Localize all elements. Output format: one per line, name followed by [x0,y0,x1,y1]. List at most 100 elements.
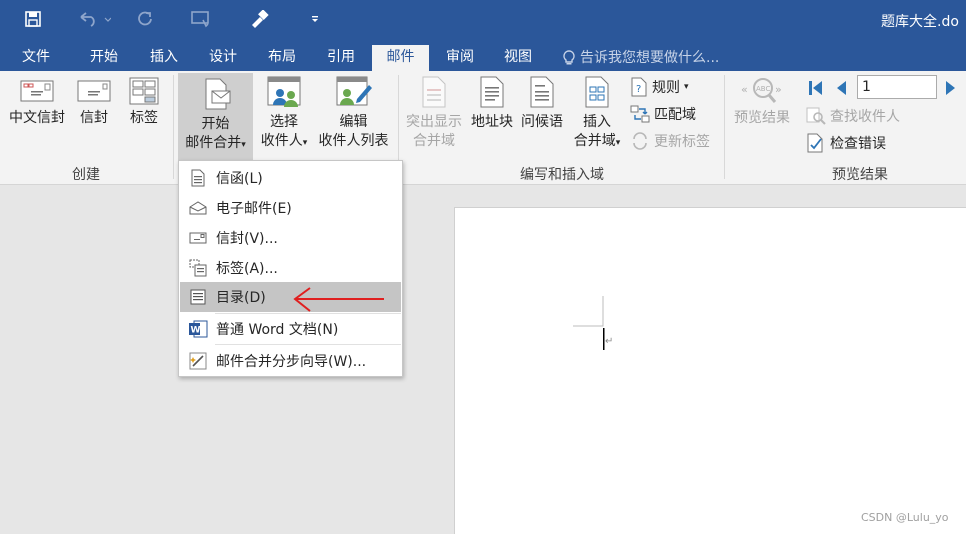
envelope-icon [77,80,111,102]
address-block-label: 地址块 [471,114,513,130]
first-record-button[interactable] [806,79,824,97]
chinese-envelope-button[interactable]: 中文信封 [4,75,70,128]
tab-design[interactable]: 设计 [197,45,249,71]
match-fields-label: 匹配域 [654,107,696,123]
record-number-input[interactable]: 1 [857,75,937,99]
menu-item-email[interactable]: 电子邮件(E) [180,193,401,223]
menu-item-envelopes[interactable]: 信封(V)... [180,223,401,253]
next-record-button[interactable] [944,79,958,97]
touch-mode-icon[interactable] [188,6,214,32]
rules-button[interactable]: ? 规则 ▾ [630,77,689,97]
envelope-icon [189,232,207,244]
select-recipients-button[interactable]: 选择 收件人▾ [256,75,312,153]
tell-me-text: 告诉我您想要做什么... [580,50,720,66]
red-arrow-annotation [293,287,384,312]
tab-view[interactable]: 视图 [492,45,544,71]
chevron-down-icon: ▾ [241,140,246,150]
find-recipient-icon [806,107,826,125]
start-mail-merge-menu: 信函(L) 电子邮件(E) 信封(V)... 标签(A)... 目录(D) W … [178,160,403,377]
letter-icon [191,169,205,187]
tab-layout[interactable]: 布局 [256,45,308,71]
select-recipients-label-1: 选择 [270,114,298,130]
insert-merge-field-icon [585,76,609,108]
update-labels-button[interactable]: 更新标签 [630,131,710,151]
tell-me-box[interactable]: 告诉我您想要做什么... [562,45,719,71]
labels-button[interactable]: 标签 [122,75,166,128]
edit-recipient-list-button[interactable]: 编辑 收件人列表 [315,75,392,151]
greeting-line-icon [530,76,554,108]
tab-mailings[interactable]: 邮件 [372,45,429,71]
start-mail-merge-label-2: 邮件合并 [185,135,242,151]
ribbon-tabs: 文件 开始 插入 设计 布局 引用 邮件 审阅 视图 告诉我您想要做什么... [0,40,966,71]
tab-insert[interactable]: 插入 [138,45,190,71]
menu-item-normal-word-document-label: 普通 Word 文档(N) [216,322,339,338]
start-mail-merge-button[interactable]: 开始 邮件合并▾ [178,73,253,161]
group-label-preview: 预览结果 [832,167,888,183]
directory-icon [190,289,206,305]
greeting-line-button[interactable]: 问候语 [518,75,566,132]
labels-label: 标签 [130,110,158,126]
group-label-write-insert: 编写和插入域 [520,167,604,183]
highlight-merge-fields-label-2: 合并域 [413,133,455,149]
document-title: 题库大全.do [881,14,959,30]
highlight-merge-fields-icon [422,76,446,108]
labels-icon [129,77,159,105]
document-page[interactable]: ↵ [454,207,966,534]
watermark: CSDN @Lulu_yo [861,511,949,524]
group-separator [724,75,725,179]
find-recipient-label: 查找收件人 [830,109,900,125]
menu-item-envelopes-label: 信封(V)... [216,231,278,247]
update-labels-label: 更新标签 [654,134,710,150]
format-painter-icon[interactable] [246,6,272,32]
tab-references[interactable]: 引用 [315,45,367,71]
title-bar: 题库大全.do [0,0,966,40]
envelope-button[interactable]: 信封 [74,75,114,128]
start-mail-merge-icon [205,78,230,110]
page-margin-corner: ↵ [573,296,613,350]
preview-results-button[interactable]: « ABC » 预览结果 [729,75,795,128]
wizard-icon [189,352,207,370]
preview-results-label: 预览结果 [734,110,790,126]
menu-item-directory-label: 目录(D) [216,290,266,306]
find-recipient-button[interactable]: 查找收件人 [806,106,900,126]
menu-item-labels[interactable]: 标签(A)... [180,253,401,283]
svg-text:»: » [775,83,782,96]
ribbon-mailings: 中文信封 信封 标签 创建 开始 邮件合并▾ 选择 收件人▾ 编辑 收件人列表 … [0,71,966,185]
menu-item-normal-word-document[interactable]: W 普通 Word 文档(N) [180,314,401,344]
rules-label: 规则 [652,80,680,96]
menu-item-mail-merge-wizard[interactable]: 邮件合并分步向导(W)... [180,346,401,376]
svg-text:«: « [741,83,748,96]
menu-item-labels-label: 标签(A)... [216,261,278,277]
lightbulb-icon [563,50,575,65]
menu-item-mail-merge-wizard-label: 邮件合并分步向导(W)... [216,354,367,370]
check-errors-button[interactable]: 检查错误 [806,133,886,153]
tab-review[interactable]: 审阅 [434,45,486,71]
customize-qat-icon[interactable] [306,6,324,32]
svg-text:↵: ↵ [605,336,613,347]
redo-icon[interactable] [132,6,158,32]
address-block-button[interactable]: 地址块 [468,75,516,132]
match-fields-icon [630,105,650,123]
tab-file[interactable]: 文件 [10,45,62,71]
tab-home[interactable]: 开始 [78,45,130,71]
menu-item-email-label: 电子邮件(E) [216,201,292,217]
start-mail-merge-label-1: 开始 [201,116,230,132]
envelope-label: 信封 [80,110,108,126]
match-fields-button[interactable]: 匹配域 [630,104,696,124]
word-icon: W [189,320,208,338]
save-icon[interactable] [20,6,46,32]
chinese-envelope-label: 中文信封 [9,110,65,126]
rules-icon: ? [631,77,647,97]
highlight-merge-fields-label-1: 突出显示 [406,114,462,130]
edit-recipient-list-icon [336,76,372,106]
menu-item-letters[interactable]: 信函(L) [180,163,401,193]
edit-recipient-list-label-2: 收件人列表 [318,133,389,149]
chevron-down-icon: ▾ [302,138,308,148]
select-recipients-label-2: 收件人 [260,133,303,149]
insert-merge-field-button[interactable]: 插入 合并域▾ [568,75,626,153]
svg-text:ABC: ABC [756,85,770,93]
highlight-merge-fields-button[interactable]: 突出显示 合并域 [402,75,466,151]
undo-icon[interactable] [74,6,114,32]
labels-icon [189,259,207,277]
previous-record-button[interactable] [834,79,848,97]
